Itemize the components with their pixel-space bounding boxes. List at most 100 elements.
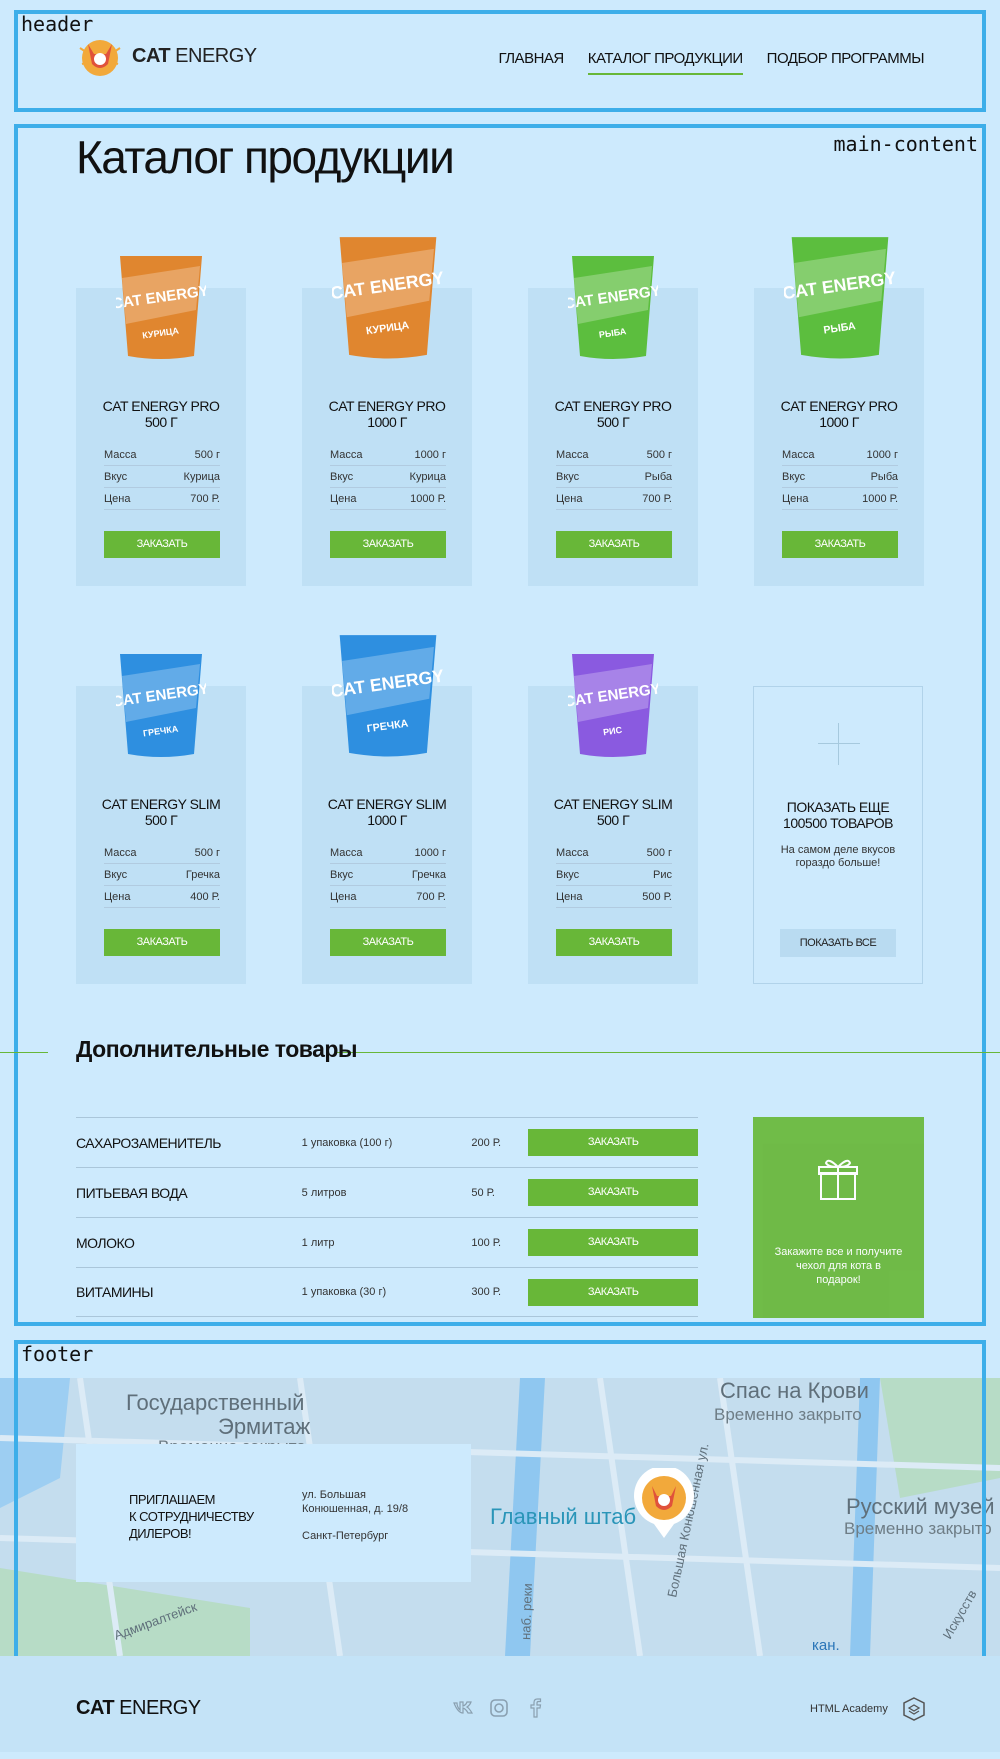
spec-value: Курица (183, 471, 220, 483)
product-name: CAT ENERGY PRO 500 Г (102, 398, 220, 430)
dealer-invite: ПРИГЛАШАЕМ К СОТРУДНИЧЕСТВУ ДИЛЕРОВ! (129, 1492, 254, 1541)
extra-name: ПИТЬЕВАЯ ВОДА (76, 1184, 188, 1201)
product-pack-image: CAT ENERGYРЫБА (568, 256, 658, 359)
spec-label: Масса (556, 449, 589, 461)
extras-row: САХАРОЗАМЕНИТЕЛЬ 1 упаковка (100 г) 200 … (76, 1117, 699, 1167)
city: Санкт-Петербург (302, 1530, 389, 1542)
extra-order-button[interactable]: ЗАКАЗАТЬ (528, 1229, 699, 1256)
extra-price: 100 Р. (471, 1236, 502, 1249)
spec-label: Цена (556, 891, 583, 903)
extras-title: Дополнительные товары (76, 1036, 358, 1062)
order-button[interactable]: ЗАКАЗАТЬ (104, 531, 220, 558)
extra-name: МОЛОКО (76, 1234, 135, 1251)
instagram-icon[interactable] (488, 1697, 510, 1719)
spec-label: Масса (330, 847, 363, 859)
product-pack-image: CAT ENERGYРЫБА (784, 237, 896, 359)
spec-value: 1000 г (414, 449, 446, 461)
order-button[interactable]: ЗАКАЗАТЬ (556, 531, 672, 558)
spec-label: Цена (782, 493, 809, 505)
extra-name: ВИТАМИНЫ (76, 1284, 154, 1300)
order-button[interactable]: ЗАКАЗАТЬ (556, 929, 672, 956)
order-button[interactable]: ЗАКАЗАТЬ (104, 929, 220, 956)
order-button[interactable]: ЗАКАЗАТЬ (782, 531, 898, 558)
annotation-label-header: header (21, 12, 94, 36)
spec-value: 1000 Р. (862, 493, 898, 505)
spec-label: Масса (556, 847, 589, 859)
address: ул. Большая Конюшенная, д. 19/8 (302, 1489, 409, 1515)
spec-label: Цена (104, 891, 131, 903)
map-pin-icon[interactable] (632, 1468, 696, 1540)
spec-label: Вкус (104, 471, 128, 483)
spec-label: Вкус (556, 471, 580, 483)
spec-value: 1000 Р. (410, 493, 446, 505)
footer-logo[interactable]: CAT ENERGY (76, 1697, 201, 1720)
product-specs: Масса 500 г Вкус Рис Цена 500 Р. (556, 842, 672, 908)
plus-icon (818, 723, 860, 765)
product-name: CAT ENERGY SLIM 500 Г (101, 796, 221, 828)
spec-value: 1000 г (866, 449, 898, 461)
product-pack-image: CAT ENERGYГРЕЧКА (116, 654, 206, 757)
product-pack-image: CAT ENERGYКУРИЦА (116, 256, 206, 359)
product-card: CAT ENERGY РИС CAT ENERGY SLIM 500 Г Масса 50… (528, 654, 698, 984)
nav-item-main[interactable]: ГЛАВНАЯ (498, 50, 564, 75)
spec-value: Гречка (185, 869, 220, 881)
spec-value: 700 Р. (416, 891, 446, 903)
product-specs: Масса 1000 г Вкус Рыба Цена 1000 Р. (782, 444, 898, 510)
extra-order-button[interactable]: ЗАКАЗАТЬ (528, 1278, 699, 1306)
gift-banner: Закажите все и получите чехол для кота в… (753, 1117, 924, 1318)
header-logo[interactable]: CAT ENERGY (76, 34, 257, 78)
product-name: CAT ENERGY PRO 1000 Г (780, 398, 898, 430)
spec-value: Курица (409, 471, 446, 483)
main-nav: ГЛАВНАЯ КАТАЛОГ ПРОДУКЦИИ ПОДБОР ПРОГРАМ… (498, 50, 925, 75)
facebook-icon[interactable] (524, 1697, 546, 1719)
spec-value: 500 г (194, 847, 220, 859)
show-more-description: На самом деле вкусов гораздо больше! (780, 844, 896, 869)
product-card: CAT ENERGY КУРИЦА CAT ENERGY PRO 1000 Г Масс… (302, 237, 472, 586)
order-button[interactable]: ЗАКАЗАТЬ (330, 531, 446, 558)
academy-link[interactable]: HTML Academy (810, 1703, 888, 1715)
product-card: CAT ENERGY РЫБА CAT ENERGY PRO 500 Г Масса 50… (528, 256, 698, 586)
extra-price: 300 Р. (471, 1286, 502, 1298)
spec-label: Вкус (330, 869, 354, 881)
extra-amount: 5 литров (301, 1186, 347, 1199)
product-specs: Масса 500 г Вкус Курица Цена 700 Р. (104, 444, 220, 510)
spec-value: 700 Р. (190, 493, 220, 505)
nav-item-program[interactable]: ПОДБОР ПРОГРАММЫ (767, 50, 925, 75)
spec-label: Цена (556, 493, 583, 505)
product-specs: Масса 500 г Вкус Гречка Цена 400 Р. (104, 842, 220, 908)
social-links (452, 1697, 546, 1719)
product-name: CAT ENERGY SLIM 1000 Г (327, 796, 447, 828)
show-all-button[interactable]: ПОКАЗАТЬ ВСЕ (780, 929, 896, 957)
product-name: CAT ENERGY PRO 500 Г (554, 398, 672, 430)
product-pack-image: CAT ENERGYГРЕЧКА (332, 635, 444, 757)
spec-label: Масса (104, 847, 137, 859)
vk-icon[interactable] (452, 1697, 474, 1719)
extras-row: ВИТАМИНЫ 1 упаковка (30 г) 300 Р. ЗАКАЗА… (76, 1267, 699, 1317)
extra-amount: 1 упаковка (30 г) (301, 1286, 387, 1298)
annotation-label-main: main-content (833, 132, 979, 156)
extra-order-button[interactable]: ЗАКАЗАТЬ (528, 1129, 699, 1156)
annotation-label-footer: footer (21, 1342, 94, 1366)
order-button[interactable]: ЗАКАЗАТЬ (330, 929, 446, 956)
nav-item-catalog[interactable]: КАТАЛОГ ПРОДУКЦИИ (587, 50, 743, 75)
spec-value: Рыба (870, 471, 898, 483)
spec-label: Масса (782, 449, 815, 461)
product-name: CAT ENERGY PRO 1000 Г (328, 398, 446, 430)
spec-value: Гречка (411, 869, 446, 881)
extras-table: САХАРОЗАМЕНИТЕЛЬ 1 упаковка (100 г) 200 … (76, 1117, 699, 1317)
product-card: CAT ENERGY КУРИЦА CAT ENERGY PRO 500 Г Масса… (76, 256, 246, 586)
product-specs: Масса 1000 г Вкус Гречка Цена 700 Р. (330, 842, 446, 908)
product-specs: Масса 1000 г Вкус Курица Цена 1000 Р. (330, 444, 446, 510)
divider-left (0, 1052, 48, 1053)
page-title: Каталог продукции (76, 131, 455, 183)
product-pack-image: CAT ENERGYРИС (568, 654, 658, 757)
spec-label: Вкус (556, 869, 580, 881)
spec-label: Вкус (782, 471, 806, 483)
extra-order-button[interactable]: ЗАКАЗАТЬ (528, 1179, 699, 1206)
spec-label: Вкус (104, 869, 128, 881)
spec-label: Цена (104, 493, 131, 505)
show-more-title: ПОКАЗАТЬ ЕЩЕ 100500 ТОВАРОВ (783, 799, 893, 831)
html-academy-icon[interactable] (903, 1697, 925, 1721)
gift-text: Закажите все и получите чехол для кота в… (774, 1246, 903, 1286)
extras-row: МОЛОКО 1 литр 100 Р. ЗАКАЗАТЬ (76, 1217, 699, 1267)
